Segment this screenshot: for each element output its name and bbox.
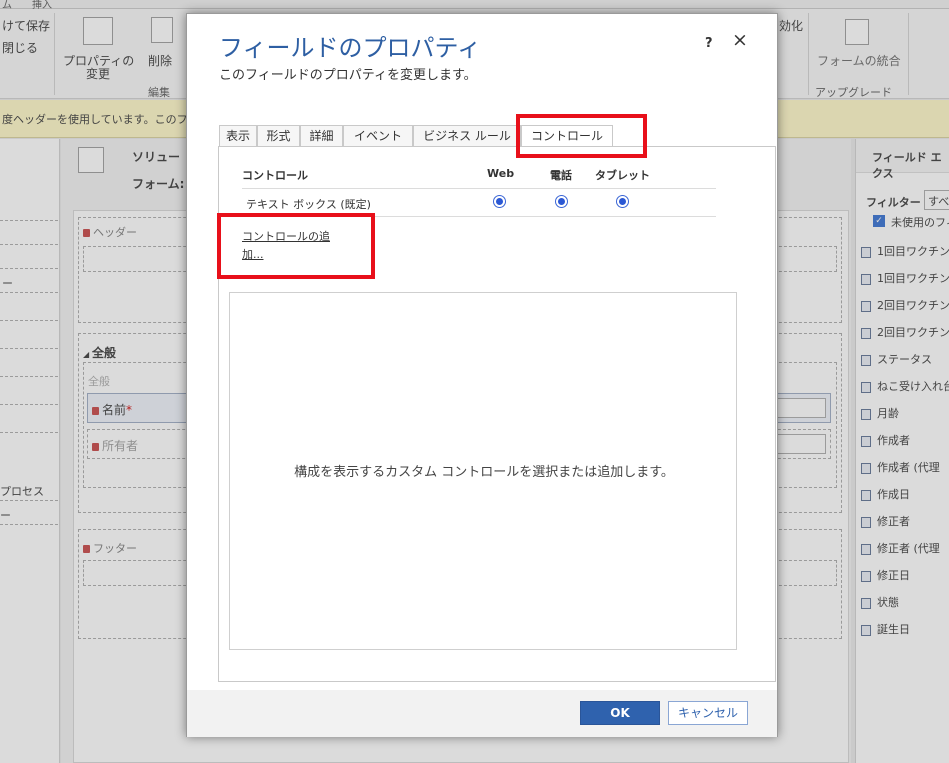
tab-display[interactable]: 表示 [219, 125, 257, 147]
help-icon[interactable]: ? [705, 36, 713, 51]
phone-radio[interactable] [555, 195, 568, 208]
empty-state-message: 構成を表示するカスタム コントロールを選択または追加します。 [294, 465, 674, 480]
field-properties-dialog: フィールドのプロパティ このフィールドのプロパティを変更します。 ? × 表示 … [186, 13, 778, 737]
tab-business-rules[interactable]: ビジネス ルール [413, 125, 521, 147]
ok-button[interactable]: OK [580, 701, 660, 725]
tab-details[interactable]: 詳細 [300, 125, 343, 147]
header-tablet: タブレット [595, 169, 650, 182]
cancel-button[interactable]: キャンセル [668, 701, 748, 725]
dialog-subtitle: このフィールドのプロパティを変更します。 [219, 68, 477, 83]
header-control: コントロール [242, 169, 308, 182]
close-icon[interactable]: × [732, 31, 748, 50]
tab-events[interactable]: イベント [343, 125, 413, 147]
tab-format[interactable]: 形式 [257, 125, 300, 147]
highlight-box-add-control [217, 213, 375, 279]
control-config-area: 構成を表示するカスタム コントロールを選択または追加します。 [229, 292, 737, 650]
tablet-radio[interactable] [616, 195, 629, 208]
dialog-title: フィールドのプロパティ [219, 34, 482, 62]
control-name-cell: テキスト ボックス (既定) [246, 198, 371, 211]
header-phone: 電話 [550, 169, 572, 182]
highlight-box-controls-tab [516, 114, 647, 158]
web-radio[interactable] [493, 195, 506, 208]
header-web: Web [487, 167, 515, 180]
table-divider [242, 188, 716, 189]
